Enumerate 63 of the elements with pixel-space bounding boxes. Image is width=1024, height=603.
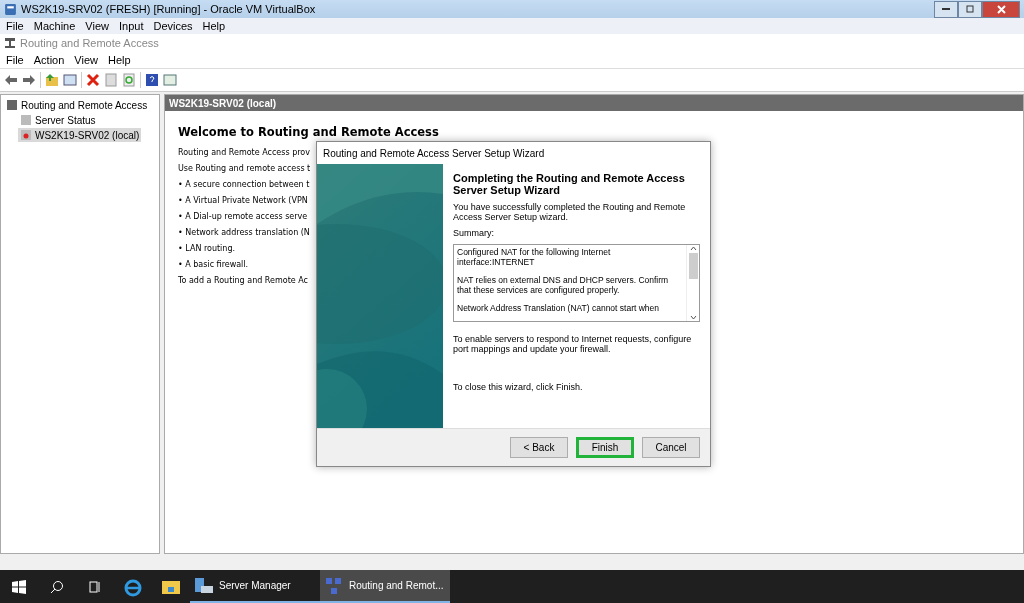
forward-icon[interactable] [22,73,36,87]
virtualbox-icon [4,2,17,16]
dialog-button[interactable]: Finish [576,437,634,458]
refresh-icon[interactable] [122,73,136,87]
dialog-title: Routing and Remote Access Server Setup Wizard [323,147,545,159]
network-icon [324,576,344,595]
menu-item[interactable]: File [6,54,24,66]
summary-text: Network Address Translation (NAT) cannot start when [457,303,660,313]
windows-logo-icon [12,579,26,594]
app-title: Routing and Remote Access [20,37,159,49]
tree-item[interactable]: WS2K19-SRV02 (local) [18,128,142,142]
close-button[interactable] [982,0,1020,18]
summary-text: Configured NAT for the following Internet interface:INTERNET [457,247,612,267]
menu-item[interactable]: Help [107,54,131,66]
paragraph: • A Virtual Private Network (VPN [178,196,308,205]
paragraph: To enable servers to respond to Internet requests, configure port mappings and update your firewall. [453,334,693,354]
tree-item[interactable]: Server Status [18,113,98,127]
summary-label: Summary: [453,228,494,238]
caret-down-icon [689,315,697,320]
paragraph: Use Routing and remote access t [178,164,311,173]
close-icon [996,4,1006,14]
minimize-button[interactable] [934,0,958,18]
dialog-button[interactable]: < Back [510,437,568,458]
scrollbar-thumb[interactable] [688,253,698,279]
paragraph: To close this wizard, click Finish. [453,382,583,392]
taskbar-app[interactable]: Routing and Remot... [320,570,450,603]
menu-item[interactable]: Input [118,20,144,32]
summary-box[interactable] [453,244,700,322]
menu-item[interactable]: Action [33,54,65,66]
paragraph: Routing and Remote Access prov [178,148,310,157]
tree-item[interactable]: Routing and Remote Access [4,98,150,112]
pane-header: WS2K19-SRV02 (local) [165,95,1023,111]
back-icon[interactable] [4,73,18,87]
folder-icon[interactable] [45,73,59,87]
task-view-icon [88,579,102,594]
help-icon[interactable] [145,73,159,87]
panel-icon[interactable] [63,73,77,87]
paragraph: To add a Routing and Remote Ac [178,276,308,285]
paragraph: • A Dial-up remote access serve [178,212,308,221]
paragraph: • A basic firewall. [178,260,249,269]
dialog-button[interactable]: Cancel [642,437,700,458]
caret-up-icon [689,246,697,251]
summary-text: NAT relies on external DNS and DHCP servers. Confirm that these services are configured properly. [457,275,670,295]
paragraph: • Network address translation (N [178,228,310,237]
delete-icon[interactable] [86,73,100,87]
paragraph: You have successfully completed the Routing and Remote Access Server Setup wizard. [453,202,687,222]
wizard-heading: Completing the Routing and Remote Access Server Setup Wizard [453,172,686,196]
menu-item[interactable]: View [85,20,109,32]
window-title: WS2K19-SRV02 (FRESH) [Running] - Oracle VM VirtualBox [21,3,316,15]
search-icon [50,579,64,594]
maximize-icon [966,5,974,13]
menu-item[interactable]: Devices [153,20,193,32]
welcome-heading: Welcome to Routing and Remote Access [178,125,439,139]
menu-item[interactable]: Machine [33,20,76,32]
minimize-icon [942,8,950,10]
menu-item[interactable]: View [74,54,98,66]
paragraph: • A secure connection between t [178,180,310,189]
folder-icon [161,578,181,595]
scrollbar[interactable] [686,245,699,321]
menu-item[interactable]: Help [202,20,226,32]
menu-item[interactable]: File [6,20,24,32]
paragraph: • LAN routing. [178,244,236,253]
server-manager-icon [194,576,214,595]
